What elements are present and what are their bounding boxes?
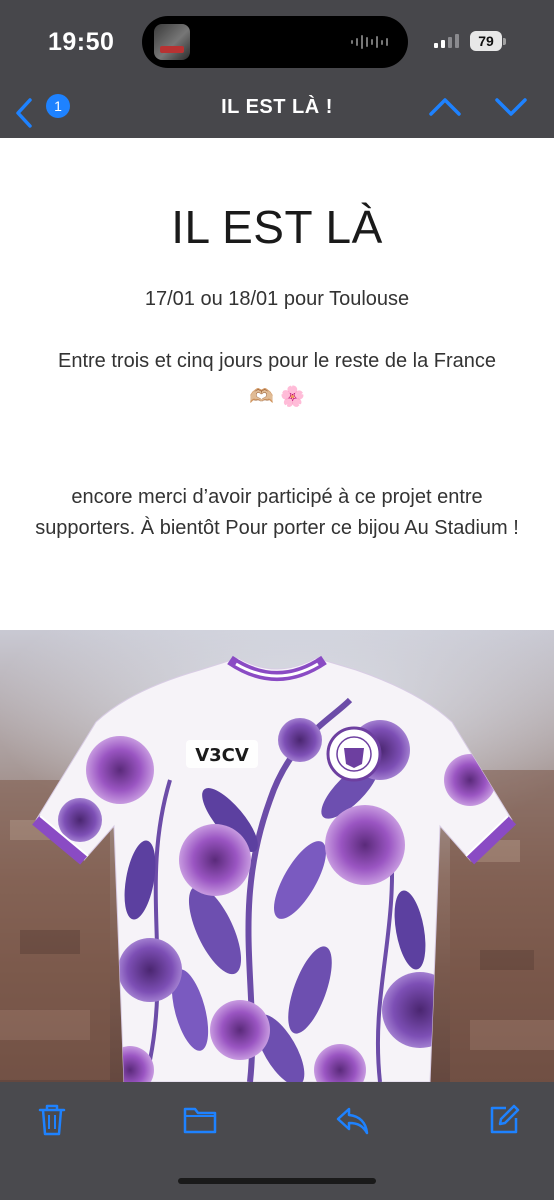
battery-level: 79 [470,31,502,51]
cherry-blossom-emoji: 🌸 [280,386,305,408]
heart-hands-emoji: 🫶🏼 [249,386,274,408]
compose-icon [490,1104,520,1134]
delivery-rest-text: Entre trois et cinq jours pour le reste … [58,350,496,372]
previous-message-button[interactable] [428,96,462,118]
home-indicator[interactable] [178,1178,376,1184]
club-crest [326,726,382,782]
next-message-button[interactable] [494,96,528,118]
status-time: 19:50 [48,28,115,56]
chevron-down-icon [495,98,527,116]
battery-icon [503,38,506,45]
delivery-dates-text: 17/01 ou 18/01 pour Toulouse [144,288,410,310]
move-to-folder-button[interactable] [182,1102,218,1138]
reply-button[interactable] [334,1102,370,1138]
reply-icon [336,1107,369,1135]
message-headline: IL EST LÀ [171,201,383,253]
jersey-illustration: V3CV [0,655,554,1082]
message-subject-title: IL EST LÀ ! [221,96,333,118]
cellular-signal-icon [434,34,459,48]
jersey-image[interactable]: V3CV [0,630,554,1082]
trash-icon [38,1104,66,1136]
message-body: IL EST LÀ 17/01 ou 18/01 pour Toulouse E… [0,138,554,630]
now-playing-artwork [154,24,190,60]
status-bar: 19:50 79 [0,0,554,88]
folder-icon [183,1107,217,1134]
sponsor-logo: V3CV [186,740,258,768]
audio-waveform-icon [351,34,388,50]
emoji-row: 🫶🏼 🌸 [0,384,554,409]
dynamic-island[interactable] [142,16,408,68]
delete-button[interactable] [34,1102,70,1138]
chevron-up-icon [429,98,461,116]
svg-text:V3CV: V3CV [195,745,249,766]
compose-button[interactable] [486,1102,522,1138]
thanks-text: encore merci d’avoir participé à ce proj… [35,486,519,539]
